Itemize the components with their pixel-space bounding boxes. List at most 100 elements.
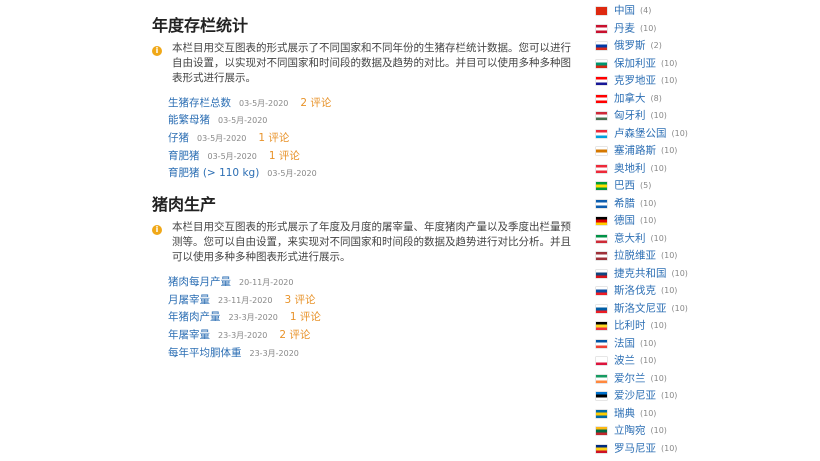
country-name[interactable]: 卢森堡公国 bbox=[614, 128, 667, 140]
country-name[interactable]: 俄罗斯 bbox=[614, 40, 646, 52]
item-link[interactable]: 月屠宰量 bbox=[168, 294, 210, 306]
country-name[interactable]: 克罗地亚 bbox=[614, 75, 656, 87]
item-date: 03-5月-2020 bbox=[218, 116, 268, 125]
country-name[interactable]: 中国 bbox=[614, 5, 635, 17]
item-link[interactable]: 生猪存栏总数 bbox=[168, 97, 231, 109]
country-item[interactable]: 比利时 (10) bbox=[596, 318, 667, 332]
country-item[interactable]: 斯洛文尼亚 (10) bbox=[596, 301, 688, 315]
country-count: (10) bbox=[671, 268, 688, 278]
country-name[interactable]: 保加利亚 bbox=[614, 58, 656, 70]
flag-icon bbox=[596, 444, 607, 453]
country-item[interactable]: 克罗地亚 (10) bbox=[596, 73, 677, 87]
country-name[interactable]: 波兰 bbox=[614, 355, 635, 367]
comment-count-link[interactable]: 1 评论 bbox=[258, 132, 289, 144]
country-name[interactable]: 奥地利 bbox=[614, 163, 646, 175]
flag-icon bbox=[596, 216, 607, 225]
flag-icon bbox=[596, 129, 607, 138]
country-item[interactable]: 德国 (10) bbox=[596, 213, 656, 227]
item-date: 20-11月-2020 bbox=[239, 278, 294, 287]
country-item[interactable]: 保加利亚 (10) bbox=[596, 56, 677, 70]
country-name[interactable]: 塞浦路斯 bbox=[614, 145, 656, 157]
flag-icon bbox=[596, 286, 607, 295]
country-item[interactable]: 立陶宛 (10) bbox=[596, 423, 667, 437]
country-count: (10) bbox=[661, 285, 678, 295]
country-item[interactable]: 斯洛伐克 (10) bbox=[596, 283, 677, 297]
country-name[interactable]: 加拿大 bbox=[614, 93, 646, 105]
comment-count-link[interactable]: 2 评论 bbox=[300, 97, 331, 109]
country-name[interactable]: 德国 bbox=[614, 215, 635, 227]
flag-icon bbox=[596, 94, 607, 103]
list-item: 能繁母猪 03-5月-2020 bbox=[168, 111, 267, 128]
comment-count-link[interactable]: 2 评论 bbox=[279, 329, 310, 341]
country-item[interactable]: 法国 (10) bbox=[596, 336, 656, 350]
comment-count-link[interactable]: 3 评论 bbox=[285, 294, 316, 306]
item-link[interactable]: 年猪肉产量 bbox=[168, 311, 221, 323]
country-item[interactable]: 罗马尼亚 (10) bbox=[596, 441, 677, 455]
list-item: 年猪肉产量 23-3月-2020 1 评论 bbox=[168, 308, 321, 325]
country-item[interactable]: 希腊 (10) bbox=[596, 196, 656, 210]
list-item: 生猪存栏总数 03-5月-2020 2 评论 bbox=[168, 94, 331, 111]
list-item: 月屠宰量 23-11月-2020 3 评论 bbox=[168, 291, 316, 308]
item-link[interactable]: 每年平均胴体重 bbox=[168, 347, 242, 359]
country-item[interactable]: 卢森堡公国 (10) bbox=[596, 126, 688, 140]
country-count: (10) bbox=[640, 215, 657, 225]
country-name[interactable]: 法国 bbox=[614, 338, 635, 350]
item-date: 23-3月-2020 bbox=[249, 349, 299, 358]
item-date: 03-5月-2020 bbox=[239, 99, 289, 108]
country-name[interactable]: 罗马尼亚 bbox=[614, 443, 656, 455]
country-item[interactable]: 丹麦 (10) bbox=[596, 21, 656, 35]
flag-icon bbox=[596, 339, 607, 348]
flag-icon bbox=[596, 6, 607, 15]
country-name[interactable]: 丹麦 bbox=[614, 23, 635, 35]
country-item[interactable]: 加拿大 (8) bbox=[596, 91, 662, 105]
item-link[interactable]: 猪肉每月产量 bbox=[168, 276, 231, 288]
item-link[interactable]: 育肥猪 bbox=[168, 150, 200, 162]
country-item[interactable]: 意大利 (10) bbox=[596, 231, 667, 245]
section-description: 本栏目用交互图表的形式展示了不同国家和不同年份的生猪存栏统计数据。您可以进行自由… bbox=[172, 42, 571, 84]
country-item[interactable]: 匈牙利 (10) bbox=[596, 108, 667, 122]
country-item[interactable]: 波兰 (10) bbox=[596, 353, 656, 367]
section-title: 猪肉生产 bbox=[152, 195, 217, 214]
country-name[interactable]: 斯洛伐克 bbox=[614, 285, 656, 297]
item-date: 23-3月-2020 bbox=[228, 313, 278, 322]
country-item[interactable]: 爱沙尼亚 (10) bbox=[596, 388, 677, 402]
item-date: 03-5月-2020 bbox=[267, 169, 317, 178]
country-count: (10) bbox=[640, 338, 657, 348]
item-link[interactable]: 育肥猪 (> 110 kg) bbox=[168, 167, 259, 179]
item-date: 23-3月-2020 bbox=[218, 331, 268, 340]
country-name[interactable]: 匈牙利 bbox=[614, 110, 646, 122]
country-name[interactable]: 爱沙尼亚 bbox=[614, 390, 656, 402]
comment-count-link[interactable]: 1 评论 bbox=[290, 311, 321, 323]
country-name[interactable]: 比利时 bbox=[614, 320, 646, 332]
country-item[interactable]: 捷克共和国 (10) bbox=[596, 266, 688, 280]
country-count: (10) bbox=[661, 58, 678, 68]
country-name[interactable]: 拉脱维亚 bbox=[614, 250, 656, 262]
country-item[interactable]: 奥地利 (10) bbox=[596, 161, 667, 175]
list-item: 猪肉每月产量 20-11月-2020 bbox=[168, 273, 294, 290]
country-item[interactable]: 拉脱维亚 (10) bbox=[596, 248, 677, 262]
country-count: (10) bbox=[640, 23, 657, 33]
country-name[interactable]: 立陶宛 bbox=[614, 425, 646, 437]
country-name[interactable]: 捷克共和国 bbox=[614, 268, 667, 280]
flag-icon bbox=[596, 199, 607, 208]
comment-count-link[interactable]: 1 评论 bbox=[269, 150, 300, 162]
country-count: (2) bbox=[650, 40, 662, 50]
country-item[interactable]: 爱尔兰 (10) bbox=[596, 371, 667, 385]
list-item: 每年平均胴体重 23-3月-2020 bbox=[168, 344, 299, 361]
item-link[interactable]: 能繁母猪 bbox=[168, 114, 210, 126]
country-name[interactable]: 爱尔兰 bbox=[614, 373, 646, 385]
country-item[interactable]: 俄罗斯 (2) bbox=[596, 38, 662, 52]
country-item[interactable]: 中国 (4) bbox=[596, 3, 651, 17]
country-item[interactable]: 瑞典 (10) bbox=[596, 406, 656, 420]
country-name[interactable]: 巴西 bbox=[614, 180, 635, 192]
item-link[interactable]: 仔猪 bbox=[168, 132, 189, 144]
country-count: (10) bbox=[671, 128, 688, 138]
country-name[interactable]: 希腊 bbox=[614, 198, 635, 210]
country-item[interactable]: 塞浦路斯 (10) bbox=[596, 143, 677, 157]
country-item[interactable]: 巴西 (5) bbox=[596, 178, 651, 192]
country-name[interactable]: 意大利 bbox=[614, 233, 646, 245]
country-count: (10) bbox=[640, 355, 657, 365]
country-name[interactable]: 瑞典 bbox=[614, 408, 635, 420]
country-name[interactable]: 斯洛文尼亚 bbox=[614, 303, 667, 315]
item-link[interactable]: 年屠宰量 bbox=[168, 329, 210, 341]
